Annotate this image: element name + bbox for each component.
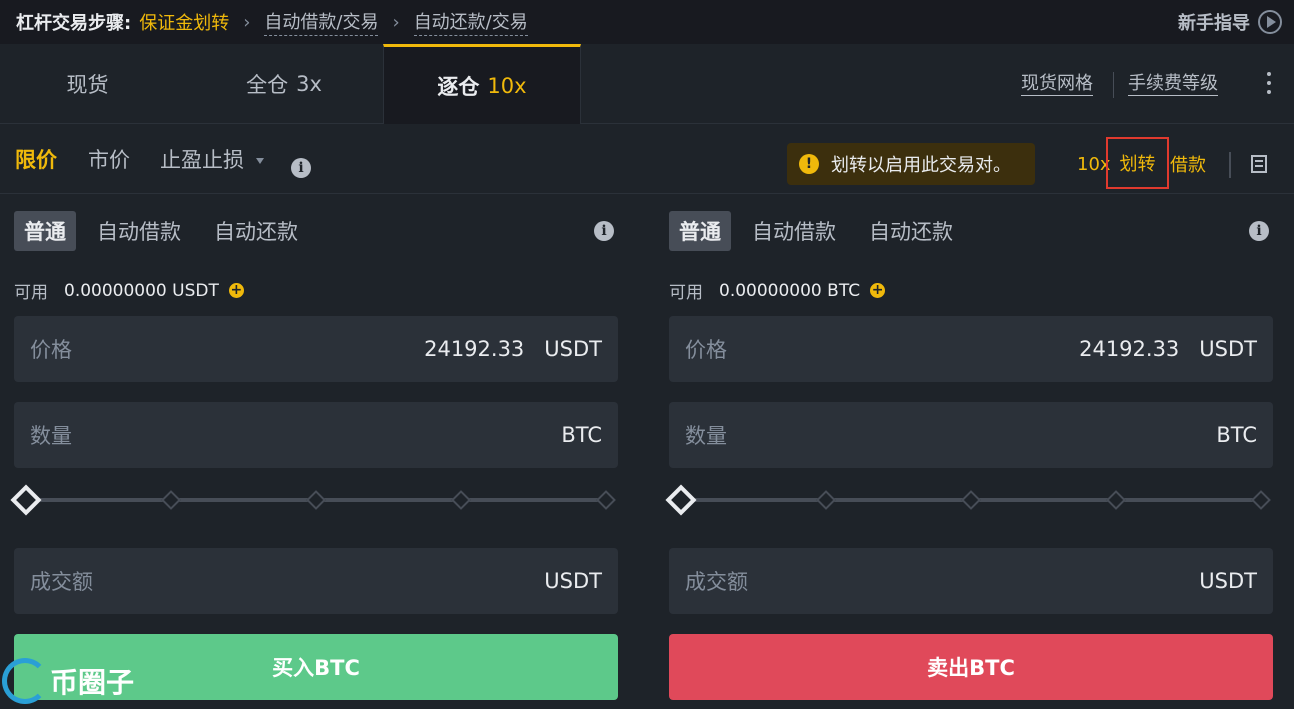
price-label: 价格	[685, 338, 727, 362]
subtab-normal[interactable]: 普通	[14, 211, 76, 251]
slider-step-25[interactable]	[161, 490, 181, 510]
price-input[interactable]: 价格 24192.33 USDT	[669, 316, 1273, 382]
amount-slider[interactable]	[10, 484, 618, 516]
sell-subtabs: 普通 自动借款 自动还款 i	[669, 211, 1273, 251]
order-type-stop-dropdown[interactable]: 止盈止损	[160, 124, 264, 194]
calculator-icon[interactable]	[1251, 155, 1267, 173]
total-input[interactable]: 成交额 USDT	[669, 548, 1273, 614]
tab-isolated-leverage: 10x	[487, 73, 527, 98]
watermark-text: 币圈子	[50, 665, 135, 699]
watermark: 币圈子	[2, 652, 134, 709]
watermark-logo-icon	[2, 657, 48, 704]
subtab-auto-borrow[interactable]: 自动借款	[742, 211, 846, 251]
tab-spot[interactable]: 现货	[0, 44, 175, 124]
order-type-stop-label: 止盈止损	[160, 148, 244, 172]
price-unit: USDT	[1199, 337, 1257, 361]
slider-step-50[interactable]	[961, 490, 981, 510]
price-value: 24192.33	[1079, 337, 1180, 361]
warning-icon: !	[799, 154, 819, 174]
play-icon[interactable]	[1258, 10, 1282, 34]
slider-step-75[interactable]	[1106, 490, 1126, 510]
amount-slider[interactable]	[665, 484, 1273, 516]
chevron-right-icon: ›	[243, 11, 251, 33]
steps-bar: 杠杆交易步骤: 保证金划转 › 自动借款/交易 › 自动还款/交易 新手指导	[0, 0, 1294, 44]
available-balance: 可用 0.00000000 BTC +	[669, 278, 886, 303]
transfer-hint-banner: ! 划转以启用此交易对。	[787, 143, 1035, 185]
step-auto-repay[interactable]: 自动还款/交易	[413, 8, 528, 36]
total-label: 成交额	[685, 570, 748, 594]
slider-step-50[interactable]	[306, 490, 326, 510]
slider-handle[interactable]	[665, 484, 697, 516]
order-type-row: 限价 市价 止盈止损 i ! 划转以启用此交易对。 10x 划转 借款	[0, 124, 1294, 194]
tab-cross[interactable]: 全仓 3x	[185, 44, 383, 124]
amount-label: 数量	[685, 424, 727, 448]
add-funds-icon[interactable]: +	[870, 283, 886, 298]
order-type-market[interactable]: 市价	[88, 124, 130, 194]
amount-input[interactable]: 数量 BTC	[669, 402, 1273, 468]
beginner-guide-link[interactable]: 新手指导	[1178, 0, 1250, 44]
transfer-label: 划转	[1119, 154, 1156, 175]
tab-isolated[interactable]: 逐仓 10x	[383, 44, 581, 124]
tab-cross-label: 全仓	[246, 73, 289, 97]
total-unit: USDT	[544, 569, 602, 593]
steps-title: 杠杆交易步骤:	[16, 13, 132, 34]
amount-input[interactable]: 数量 BTC	[14, 402, 618, 468]
tab-isolated-label: 逐仓	[437, 74, 480, 99]
transfer-button[interactable]: 划转	[1106, 137, 1169, 189]
amount-unit: BTC	[1216, 423, 1257, 447]
available-value: 0.00000000 BTC	[719, 280, 861, 301]
slider-step-100[interactable]	[596, 490, 616, 510]
margin-mode-tabs: 现货 全仓 3x 逐仓 10x 现货网格 手续费等级	[0, 44, 1294, 124]
tab-spot-label: 现货	[66, 73, 109, 97]
step-margin-transfer[interactable]: 保证金划转	[139, 9, 229, 35]
sell-button[interactable]: 卖出BTC	[669, 634, 1273, 700]
available-label: 可用	[14, 283, 48, 303]
total-label: 成交额	[30, 570, 93, 594]
info-icon[interactable]: i	[291, 158, 311, 178]
total-input[interactable]: 成交额 USDT	[14, 548, 618, 614]
subtab-auto-repay[interactable]: 自动还款	[859, 211, 963, 251]
slider-step-25[interactable]	[816, 490, 836, 510]
slider-handle[interactable]	[10, 484, 42, 516]
order-type-limit[interactable]: 限价	[15, 124, 57, 194]
add-funds-icon[interactable]: +	[228, 283, 244, 298]
price-label: 价格	[30, 338, 72, 362]
fee-level-link[interactable]: 手续费等级	[1128, 73, 1218, 96]
amount-unit: BTC	[561, 423, 602, 447]
slider-step-75[interactable]	[451, 490, 471, 510]
amount-label: 数量	[30, 424, 72, 448]
available-value: 0.00000000 USDT	[64, 280, 219, 301]
available-balance: 可用 0.00000000 USDT +	[14, 278, 244, 303]
price-value: 24192.33	[424, 337, 525, 361]
divider	[1229, 152, 1231, 178]
subtab-auto-borrow[interactable]: 自动借款	[87, 211, 191, 251]
chevron-right-icon: ›	[392, 11, 400, 33]
tab-cross-leverage: 3x	[296, 72, 322, 96]
more-icon[interactable]	[1265, 72, 1273, 98]
buy-subtabs: 普通 自动借款 自动还款 i	[14, 211, 618, 251]
borrow-button[interactable]: 借款	[1170, 142, 1206, 186]
divider	[1113, 72, 1114, 98]
price-unit: USDT	[544, 337, 602, 361]
available-label: 可用	[669, 283, 703, 303]
info-icon[interactable]: i	[1249, 221, 1269, 241]
price-input[interactable]: 价格 24192.33 USDT	[14, 316, 618, 382]
total-unit: USDT	[1199, 569, 1257, 593]
step-auto-borrow[interactable]: 自动借款/交易	[264, 8, 379, 36]
subtab-normal[interactable]: 普通	[669, 211, 731, 251]
info-icon[interactable]: i	[594, 221, 614, 241]
banner-text: 划转以启用此交易对。	[831, 155, 1011, 176]
caret-down-icon	[256, 158, 264, 164]
slider-step-100[interactable]	[1251, 490, 1271, 510]
subtab-auto-repay[interactable]: 自动还款	[204, 211, 308, 251]
spot-grid-link[interactable]: 现货网格	[1021, 73, 1093, 96]
